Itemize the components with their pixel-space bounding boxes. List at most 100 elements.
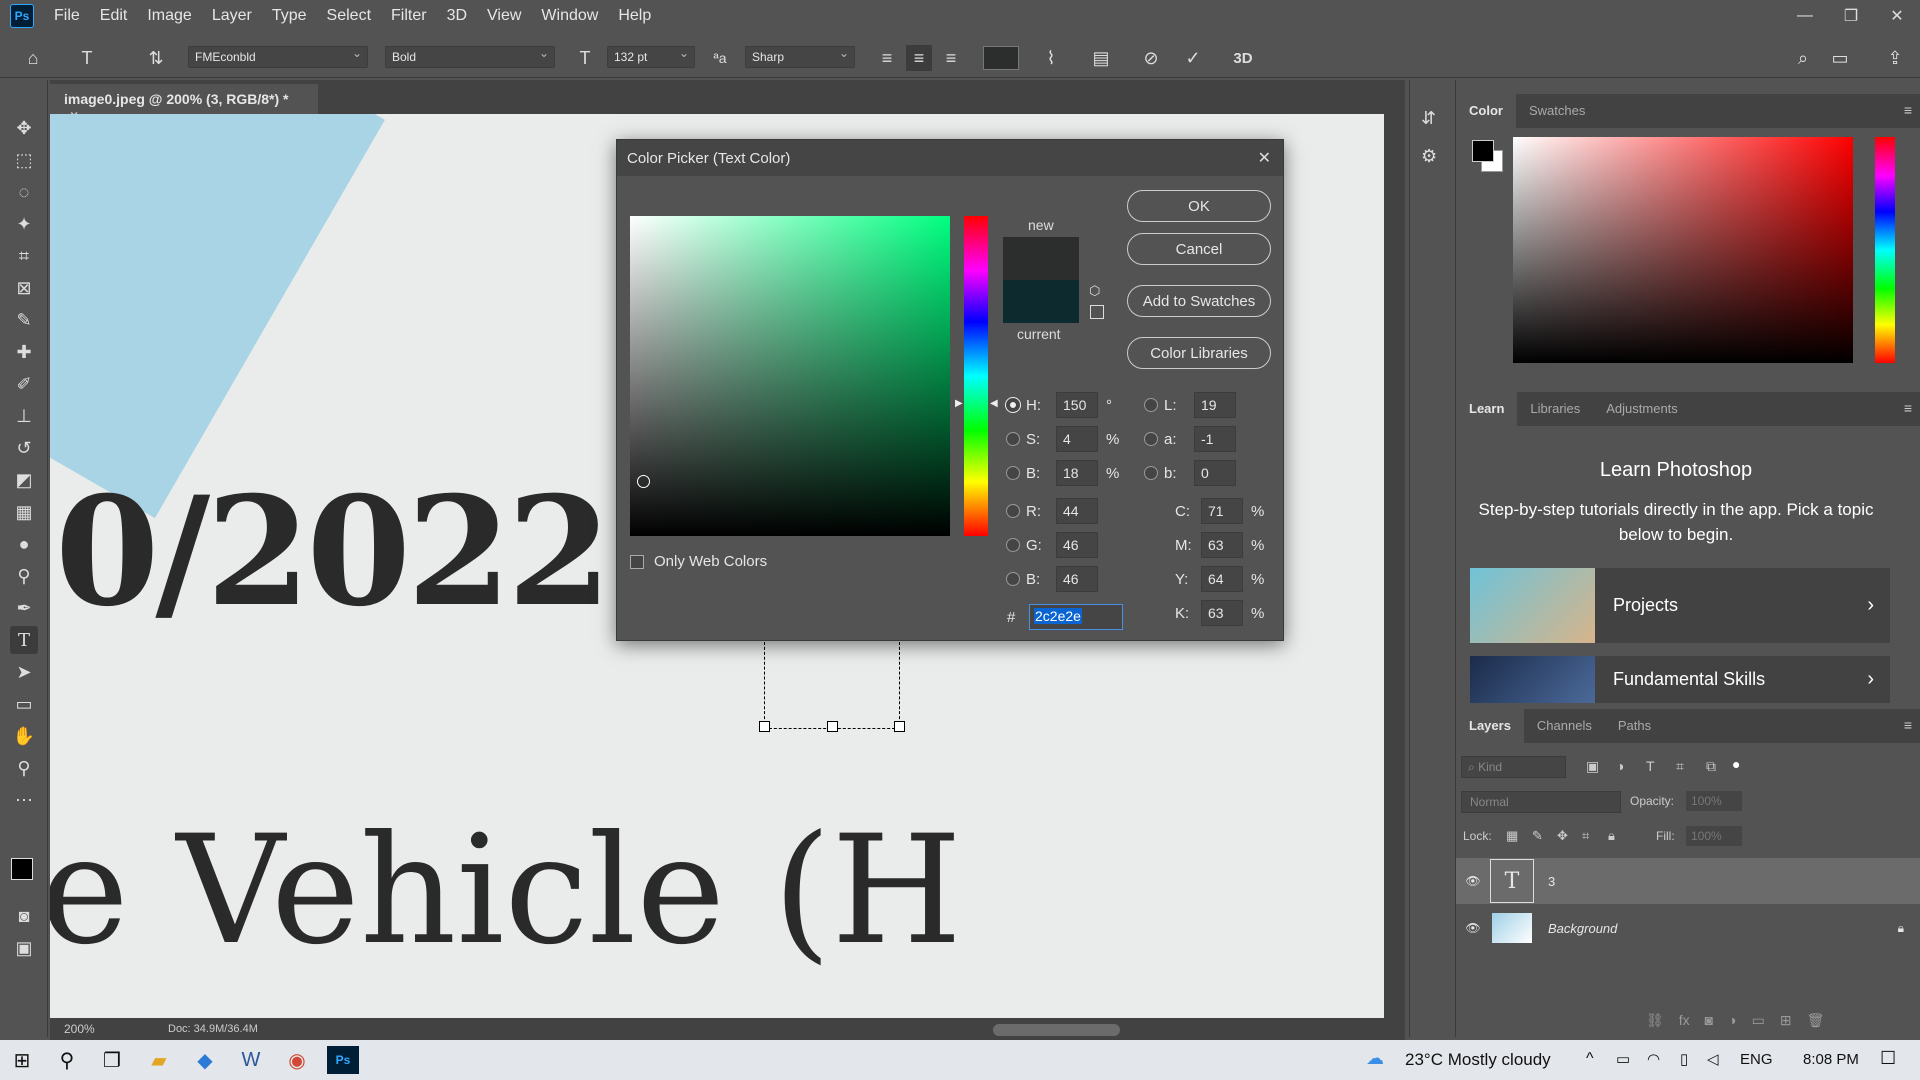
out-of-gamut-icon[interactable]: ⬡	[1089, 283, 1100, 299]
language-indicator[interactable]: ENG	[1740, 1051, 1773, 1068]
hex-field[interactable]: 2c2e2e	[1029, 604, 1123, 630]
hue-pointer-left-icon[interactable]: ▶	[955, 398, 963, 409]
history-brush-tool-icon[interactable]: ↺	[10, 434, 38, 462]
blend-mode-select[interactable]: Normal	[1461, 791, 1621, 813]
tab-channels[interactable]: Channels	[1524, 709, 1605, 743]
menu-window[interactable]: Window	[531, 0, 608, 32]
hue-radio[interactable]	[1006, 398, 1020, 412]
toggle-text-orientation-icon[interactable]: ⇅	[143, 45, 169, 71]
magic-wand-tool-icon[interactable]: ✦	[10, 210, 38, 238]
layer-kind-filter[interactable]: ⌕ Kind	[1461, 756, 1566, 778]
saturation-brightness-field[interactable]	[630, 216, 950, 536]
font-family-select[interactable]: FMEconbld	[188, 46, 368, 68]
panel-menu-icon[interactable]: ≡	[1904, 400, 1912, 416]
properties-panel-icon[interactable]: ⚙	[1421, 146, 1437, 167]
red-radio[interactable]	[1006, 504, 1020, 518]
clock[interactable]: 8:08 PM	[1803, 1051, 1859, 1068]
antialias-select[interactable]: Sharp	[745, 46, 855, 68]
delete-layer-icon[interactable]: 🗑︎	[1807, 1012, 1825, 1029]
saturation-radio[interactable]	[1006, 432, 1020, 446]
font-size-select[interactable]: 132 pt	[607, 46, 695, 68]
foreground-color-swatch[interactable]	[11, 858, 33, 880]
screen-mode-icon[interactable]: ▣	[10, 934, 38, 962]
hue-slider[interactable]	[964, 216, 988, 536]
adjustment-layer-icon[interactable]: ◑	[1728, 1012, 1736, 1029]
color-panel-foreground-swatch[interactable]	[1472, 140, 1494, 162]
search-icon[interactable]: ⌕	[1790, 45, 1816, 71]
menu-help[interactable]: Help	[608, 0, 661, 32]
chevron-up-icon[interactable]: ^	[1586, 1050, 1594, 1068]
lab-l-field[interactable]: 19	[1194, 392, 1236, 418]
align-right-icon[interactable]: ≡	[938, 45, 964, 71]
notifications-icon[interactable]: ☐	[1880, 1048, 1896, 1069]
file-explorer-icon[interactable]: ▰	[143, 1046, 175, 1074]
new-group-icon[interactable]: ▭	[1752, 1012, 1765, 1029]
lab-b-radio[interactable]	[1144, 466, 1158, 480]
panel-menu-icon[interactable]: ≡	[1904, 102, 1912, 118]
tab-learn[interactable]: Learn	[1456, 392, 1518, 426]
hue-field[interactable]: 150	[1056, 392, 1098, 418]
chrome-icon[interactable]: ◉	[281, 1046, 313, 1074]
color-panel-hue-slider[interactable]	[1875, 137, 1895, 363]
layer-row[interactable]: 👁︎ T 3	[1456, 858, 1920, 904]
frame-tool-icon[interactable]: ⊠	[10, 274, 38, 302]
brush-tool-icon[interactable]: ✐	[10, 370, 38, 398]
magenta-field[interactable]: 63	[1201, 532, 1243, 558]
add-to-swatches-button[interactable]: Add to Swatches	[1127, 285, 1271, 317]
blue-field[interactable]: 46	[1056, 566, 1098, 592]
workspace-icon[interactable]: ▭	[1827, 45, 1853, 71]
menu-layer[interactable]: Layer	[202, 0, 262, 32]
weather-text[interactable]: 23°C Mostly cloudy	[1405, 1050, 1551, 1070]
fill-field[interactable]: 100%	[1686, 826, 1742, 846]
hand-tool-icon[interactable]: ✋	[10, 722, 38, 750]
tab-paths[interactable]: Paths	[1605, 709, 1664, 743]
pen-tool-icon[interactable]: ✒	[10, 594, 38, 622]
filter-smart-object-icon[interactable]: ⧉	[1706, 758, 1716, 775]
cancel-button[interactable]: Cancel	[1127, 233, 1271, 265]
blur-tool-icon[interactable]: ●	[10, 530, 38, 558]
link-layers-icon[interactable]: ⛓	[1646, 1012, 1664, 1029]
color-libraries-button[interactable]: Color Libraries	[1127, 337, 1271, 369]
lab-b-field[interactable]: 0	[1194, 460, 1236, 486]
text-bounding-box[interactable]	[759, 637, 905, 732]
fx-icon[interactable]: fx	[1679, 1012, 1690, 1029]
font-style-select[interactable]: Bold	[385, 46, 555, 68]
tab-libraries[interactable]: Libraries	[1517, 392, 1593, 426]
document-tab[interactable]: image0.jpeg @ 200% (3, RGB/8*) * ×	[50, 84, 318, 123]
photoshop-taskbar-icon[interactable]: Ps	[327, 1046, 359, 1074]
zoom-tool-icon[interactable]: ⚲	[10, 754, 38, 782]
warp-text-icon[interactable]: ⌇	[1038, 45, 1064, 71]
quick-mask-icon[interactable]: ◙	[10, 902, 38, 930]
layer-row[interactable]: 👁︎ Background 🔒︎	[1456, 905, 1920, 951]
filter-shape-icon[interactable]: ⌗	[1676, 758, 1684, 775]
commit-edits-icon[interactable]: ✓	[1180, 45, 1206, 71]
only-web-colors-checkbox[interactable]	[630, 554, 644, 569]
hue-pointer-right-icon[interactable]: ◀	[990, 398, 998, 409]
wifi-icon[interactable]: ◠	[1647, 1050, 1660, 1068]
menu-3d[interactable]: 3D	[437, 0, 477, 32]
tab-adjustments[interactable]: Adjustments	[1593, 392, 1691, 426]
crop-tool-icon[interactable]: ⌗	[10, 242, 38, 270]
menu-edit[interactable]: Edit	[90, 0, 138, 32]
eraser-tool-icon[interactable]: ◩	[10, 466, 38, 494]
lab-a-radio[interactable]	[1144, 432, 1158, 446]
character-panel-icon[interactable]: ▤	[1088, 45, 1114, 71]
text-color-swatch[interactable]	[983, 46, 1019, 70]
word-icon[interactable]: W	[235, 1046, 267, 1074]
rectangle-tool-icon[interactable]: ▭	[10, 690, 38, 718]
eye-icon[interactable]: 👁︎	[1456, 921, 1490, 935]
volume-icon[interactable]: ◁	[1707, 1050, 1719, 1068]
lasso-tool-icon[interactable]: ◌	[10, 178, 38, 206]
layer-name[interactable]: Background	[1548, 921, 1898, 936]
restore-button[interactable]: ❐	[1828, 0, 1874, 32]
saturation-field[interactable]: 4	[1056, 426, 1098, 452]
brightness-radio[interactable]	[1006, 466, 1020, 480]
devices-icon[interactable]: ▯	[1680, 1050, 1688, 1068]
stamp-tool-icon[interactable]: ⊥	[10, 402, 38, 430]
dialog-close-icon[interactable]: ✕	[1258, 148, 1271, 168]
cyan-field[interactable]: 71	[1201, 498, 1243, 524]
add-mask-icon[interactable]: ◙	[1705, 1012, 1713, 1029]
move-tool-icon[interactable]: ✥	[10, 114, 38, 142]
lock-transparent-icon[interactable]: ▦	[1506, 828, 1518, 844]
black-field[interactable]: 63	[1201, 600, 1243, 626]
